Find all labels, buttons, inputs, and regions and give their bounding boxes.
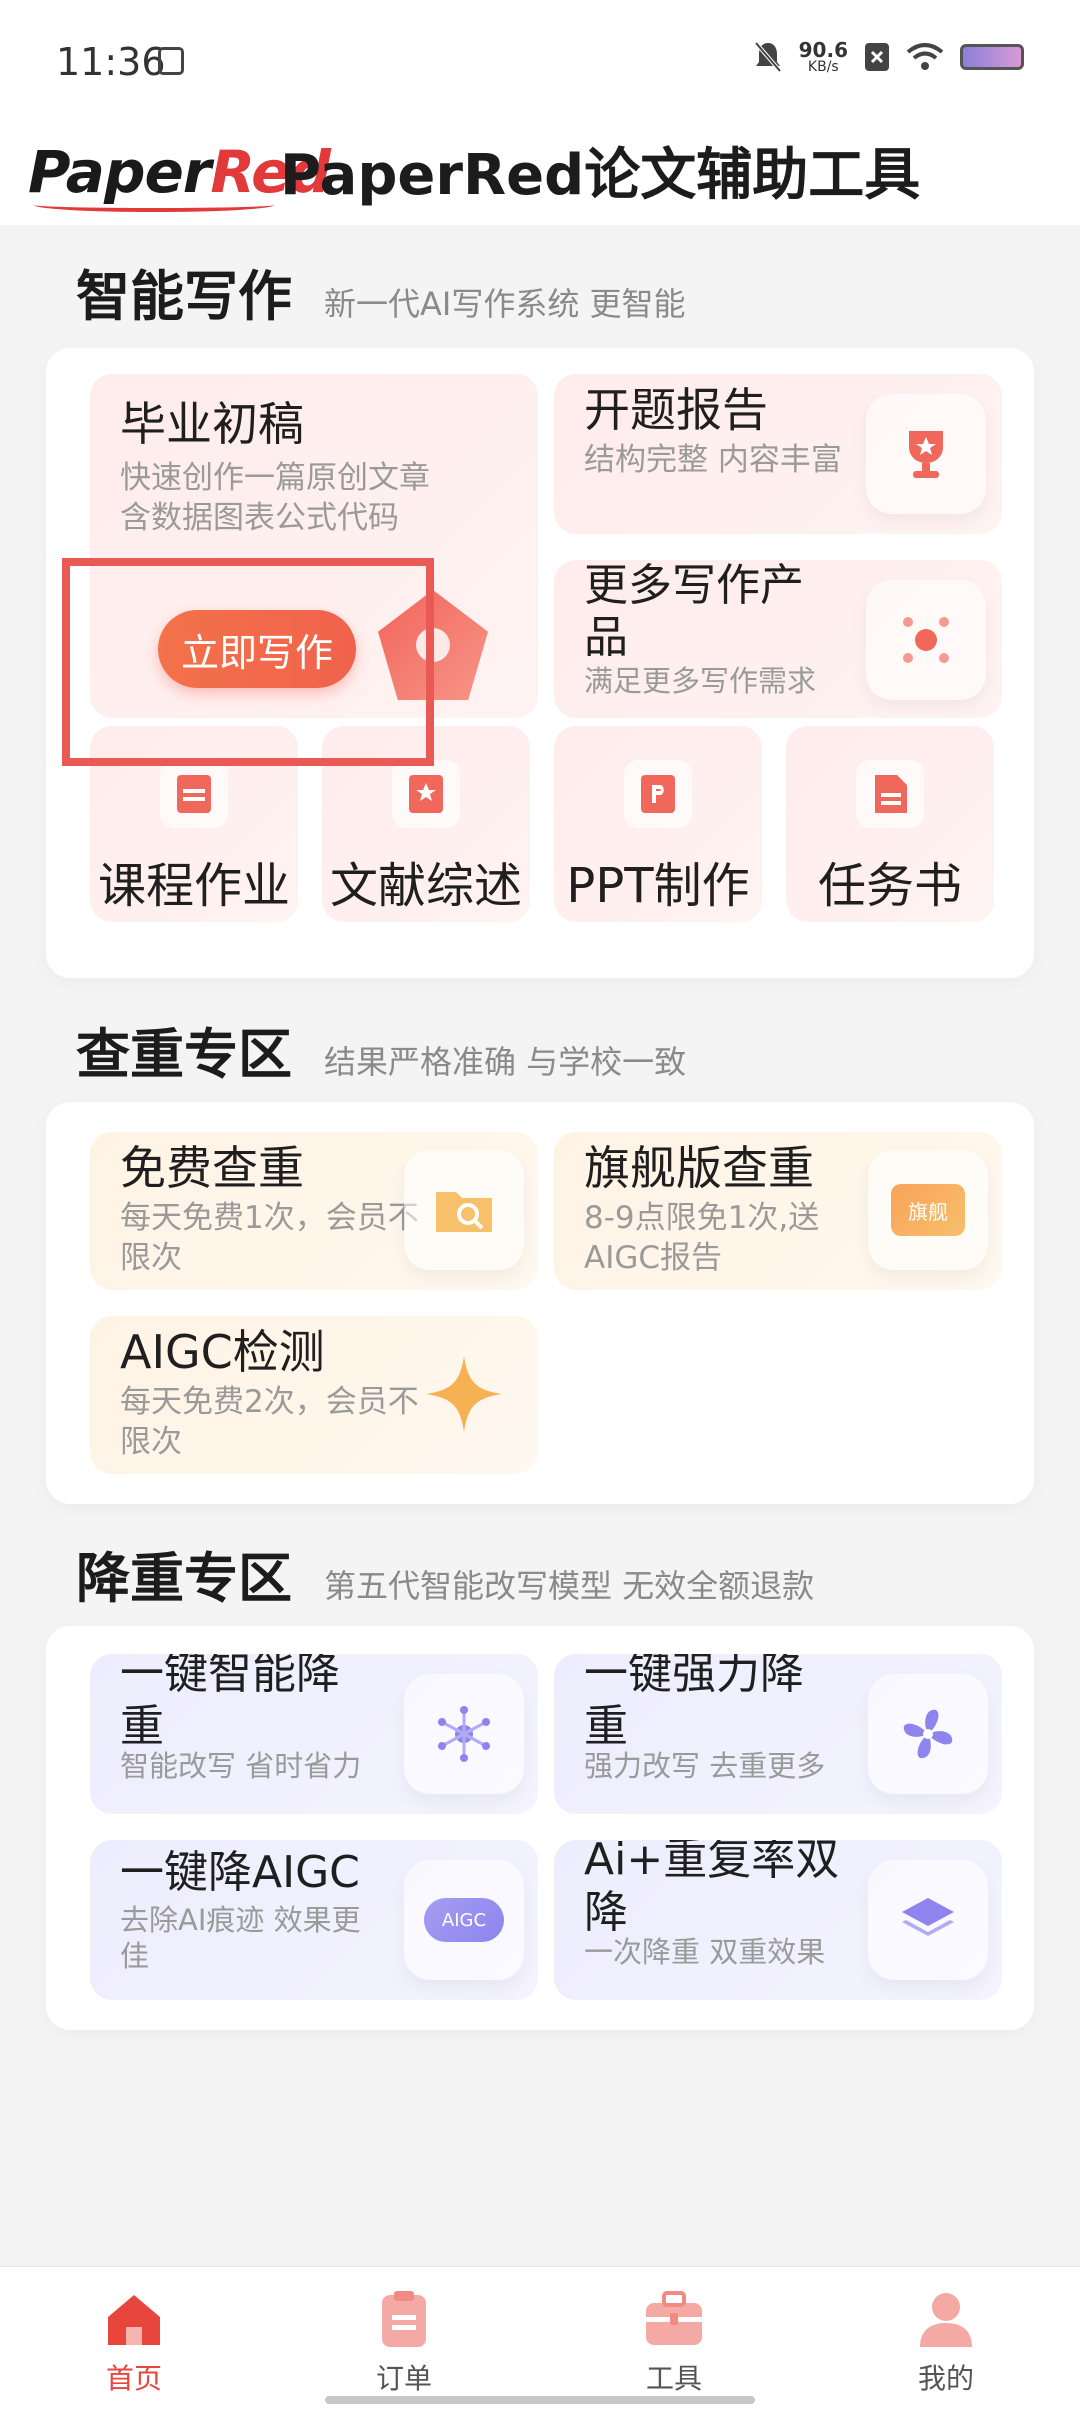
card-flagship-check[interactable]: 旗舰版查重 8-9点限免1次,送AIGC报告 旗舰 [554, 1132, 1002, 1290]
mute-bell-icon [754, 41, 782, 73]
battery-icon [960, 44, 1024, 70]
file-icon [856, 760, 924, 828]
card-desc: 结构完整 内容丰富 [584, 442, 842, 478]
clipboard-icon [382, 2291, 426, 2347]
section-check-header: 查重专区 结果严格准确 与学校一致 [76, 1010, 686, 1089]
card-desc: 满足更多写作需求 [584, 664, 817, 698]
sim-x-icon [865, 43, 889, 71]
card-free-check[interactable]: 免费查重 每天免费1次，会员不限次 [90, 1132, 538, 1290]
app-header: PaperRed PaperRed论文辅助工具 [0, 120, 1080, 225]
card-desc: 一次降重 双重效果 [584, 1935, 826, 1969]
flagship-badge-icon: 旗舰 [868, 1150, 988, 1270]
card-strong-reduce[interactable]: 一键强力降重 强力改写 去重更多 [554, 1654, 1002, 1814]
card-title: 免费查重 [120, 1141, 304, 1195]
card-label: 文献综述 [329, 858, 522, 914]
tab-tools[interactable]: 工具 [584, 2287, 764, 2397]
tab-home[interactable]: 首页 [44, 2287, 224, 2397]
ppt-icon [624, 760, 692, 828]
card-label: PPT制作 [566, 858, 750, 914]
card-desc-line1: 快速创作一篇原创文章 [120, 460, 430, 496]
apps-dots-icon [866, 580, 986, 700]
card-title: 一键强力降重 [584, 1654, 804, 1752]
section-subtitle: 第五代智能改写模型 无效全额退款 [324, 1567, 815, 1605]
user-icon [920, 2293, 972, 2347]
tab-orders[interactable]: 订单 [314, 2287, 494, 2397]
net-speed-value: 90.6 [798, 38, 848, 62]
card-desc: 智能改写 省时省力 [120, 1749, 362, 1783]
sparkle-star-icon [404, 1334, 524, 1454]
section-writing-header: 智能写作 新一代AI写作系统 更智能 [76, 252, 686, 331]
section-title: 查重专区 [76, 1023, 292, 1086]
card-title: 更多写作产品 [584, 560, 804, 663]
fan-icon [868, 1674, 988, 1794]
status-time: 11:36 [56, 40, 166, 84]
app-title: PaperRed论文辅助工具 [280, 143, 921, 208]
section-title: 降重专区 [76, 1547, 292, 1610]
network-speed: 90.6 KB/s [799, 40, 848, 74]
home-indicator [325, 2396, 755, 2404]
card-desc: 8-9点限免1次,送AIGC报告 [584, 1200, 820, 1277]
flagship-badge: 旗舰 [891, 1184, 965, 1236]
card-title: 一键智能降重 [120, 1654, 340, 1752]
card-task-book[interactable]: 任务书 [786, 726, 994, 922]
card-desc-line2: 含数据图表公式代码 [120, 500, 399, 536]
card-smart-reduce[interactable]: 一键智能降重 智能改写 省时省力 [90, 1654, 538, 1814]
tab-label: 工具 [645, 2362, 702, 2395]
card-title: 毕业初稿 [120, 397, 304, 451]
highlight-box [62, 558, 434, 766]
tab-label: 订单 [375, 2362, 432, 2395]
card-reduce-aigc[interactable]: 一键降AIGC 去除AI痕迹 效果更佳 AIGC [90, 1840, 538, 2000]
card-desc: 每天免费2次，会员不限次 [120, 1384, 419, 1461]
trophy-icon [866, 394, 986, 514]
card-title: 旗舰版查重 [584, 1141, 814, 1195]
check-panel: 免费查重 每天免费1次，会员不限次 旗舰版查重 8-9点限免1次,送AIGC报告… [46, 1102, 1034, 1504]
storage-icon [158, 47, 184, 75]
aigc-cloud-label: AIGC [424, 1898, 504, 1942]
aigc-cloud-icon: AIGC [404, 1860, 524, 1980]
tab-label: 我的 [917, 2362, 974, 2395]
wifi-icon [906, 43, 944, 70]
layers-icon [868, 1860, 988, 1980]
section-subtitle: 新一代AI写作系统 更智能 [324, 285, 686, 323]
reduce-panel: 一键智能降重 智能改写 省时省力 一键强力降重 强力改写 去重更多 一键降AIG… [46, 1626, 1034, 2030]
card-title: 开题报告 [584, 383, 768, 437]
card-desc: 强力改写 去重更多 [584, 1749, 826, 1783]
card-aigc-detection[interactable]: AIGC检测 每天免费2次，会员不限次 [90, 1316, 538, 1474]
tab-label: 首页 [105, 2362, 162, 2395]
bottom-tab-bar: 首页 订单 工具 我的 [0, 2266, 1080, 2409]
card-dual-reduce[interactable]: Ai+重复率双降 一次降重 双重效果 [554, 1840, 1002, 2000]
card-ppt-making[interactable]: PPT制作 [554, 726, 762, 922]
card-proposal-report[interactable]: 开题报告 结构完整 内容丰富 [554, 374, 1002, 534]
home-icon [108, 2295, 160, 2345]
toolbox-icon [646, 2291, 702, 2345]
card-title: Ai+重复率双降 [584, 1840, 840, 1938]
section-subtitle: 结果严格准确 与学校一致 [324, 1043, 687, 1081]
folder-search-icon [404, 1150, 524, 1270]
tab-profile[interactable]: 我的 [856, 2287, 1036, 2397]
card-label: 任务书 [817, 858, 962, 914]
section-reduce-header: 降重专区 第五代智能改写模型 无效全额退款 [76, 1534, 814, 1613]
status-bar: 11:36 90.6 KB/s [0, 0, 1080, 120]
status-icons: 90.6 KB/s [753, 40, 1024, 74]
card-desc: 去除AI痕迹 效果更佳 [120, 1903, 361, 1974]
card-title: 一键降AIGC [120, 1847, 360, 1898]
logo-paper-text: Paper [28, 138, 211, 206]
section-title: 智能写作 [76, 265, 292, 328]
net-speed-unit: KB/s [807, 59, 839, 75]
logo-swoosh [34, 198, 274, 212]
document-icon [160, 760, 228, 828]
card-desc: 每天免费1次，会员不限次 [120, 1200, 419, 1277]
star-book-icon [392, 760, 460, 828]
card-more-writing-products[interactable]: 更多写作产品 满足更多写作需求 [554, 560, 1002, 718]
molecule-icon [404, 1674, 524, 1794]
card-label: 课程作业 [97, 858, 290, 914]
card-title: AIGC检测 [120, 1325, 325, 1379]
